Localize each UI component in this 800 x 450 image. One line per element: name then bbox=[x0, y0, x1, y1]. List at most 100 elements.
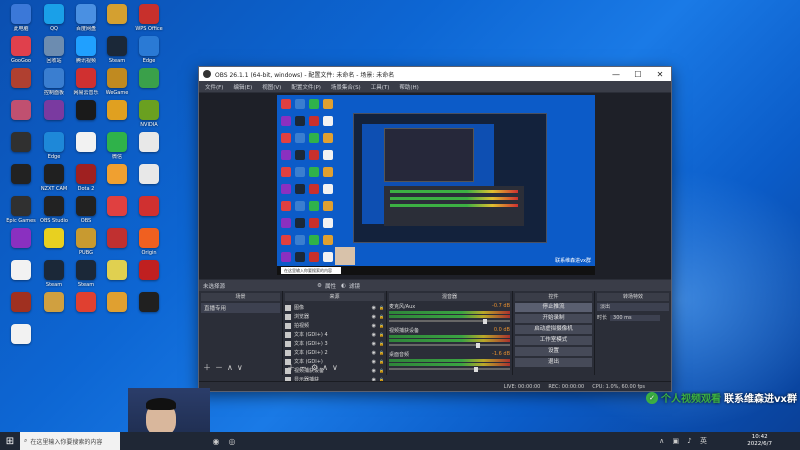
scene-controls[interactable]: ＋－∧∨ bbox=[203, 362, 247, 373]
visibility-eye-icon[interactable]: ◉ bbox=[372, 323, 376, 329]
stop-streaming-button[interactable]: 停止推流 bbox=[515, 303, 592, 312]
filters-button[interactable]: 滤镜 bbox=[349, 282, 360, 290]
obs-window[interactable]: OBS 26.1.1 (64-bit, windows) - 配置文件: 未命名… bbox=[198, 66, 672, 392]
desktop-icon[interactable] bbox=[101, 228, 133, 250]
exit-button[interactable]: 退出 bbox=[515, 358, 592, 367]
preview-canvas[interactable]: 联系维森进vx群 在这里输入你要搜索的内容 bbox=[277, 95, 595, 275]
desktop-icon[interactable] bbox=[38, 228, 70, 250]
desktop-icon[interactable]: Edge bbox=[133, 36, 165, 64]
desktop-icon[interactable]: 网易云音乐 bbox=[70, 68, 102, 96]
desktop-icon[interactable]: OBS Studio bbox=[38, 196, 70, 224]
desktop-icon[interactable] bbox=[38, 100, 70, 122]
visibility-eye-icon[interactable]: ◉ bbox=[372, 314, 376, 320]
desktop-icon[interactable] bbox=[133, 68, 165, 90]
lock-icon[interactable]: 🔒 bbox=[379, 341, 384, 346]
desktop-icon[interactable]: WPS Office bbox=[133, 4, 165, 32]
desktop-icon[interactable] bbox=[70, 292, 102, 314]
source-item[interactable]: 文本 (GDI+) 2 ◉ 🔒 bbox=[285, 348, 384, 357]
desktop-icon[interactable]: Steam bbox=[38, 260, 70, 288]
menu-scene-collection[interactable]: 场景集合(S) bbox=[331, 83, 361, 91]
desktop-icon[interactable] bbox=[5, 260, 37, 282]
desktop-icon[interactable]: NVIDIA bbox=[133, 100, 165, 128]
source-item[interactable]: 拍视频 ◉ 🔒 bbox=[285, 321, 384, 330]
lock-icon[interactable]: 🔒 bbox=[379, 323, 384, 328]
gear-icon[interactable]: ⚙ bbox=[317, 283, 322, 289]
taskbar-clock[interactable]: 10:42 2022/6/7 bbox=[747, 434, 772, 448]
source-item[interactable]: 浏览器 ◉ 🔒 bbox=[285, 312, 384, 321]
lock-icon[interactable]: 🔒 bbox=[379, 305, 384, 310]
desktop-icon[interactable] bbox=[101, 292, 133, 314]
menu-help[interactable]: 帮助(H) bbox=[399, 83, 418, 91]
desktop-icon[interactable]: Steam bbox=[70, 260, 102, 288]
desktop-icon[interactable] bbox=[101, 100, 133, 122]
menu-view[interactable]: 视图(V) bbox=[262, 83, 281, 91]
desktop-icon[interactable] bbox=[70, 100, 102, 122]
volume-slider[interactable] bbox=[389, 366, 510, 372]
preview-area[interactable]: 联系维森进vx群 在这里输入你要搜索的内容 bbox=[199, 93, 671, 279]
obs-taskbar-icon[interactable]: ◎ bbox=[224, 432, 240, 450]
desktop-icon[interactable]: PUBG bbox=[70, 228, 102, 256]
visibility-eye-icon[interactable]: ◉ bbox=[372, 350, 376, 356]
desktop-icon[interactable] bbox=[133, 132, 165, 154]
visibility-eye-icon[interactable]: ◉ bbox=[372, 332, 376, 338]
visibility-eye-icon[interactable]: ◉ bbox=[372, 305, 376, 311]
scene-item[interactable]: 直播专用 bbox=[201, 303, 280, 313]
desktop-icon[interactable]: OBS bbox=[70, 196, 102, 224]
desktop-icon[interactable]: Edge bbox=[38, 132, 70, 160]
desktop-icon[interactable]: Epic Games bbox=[5, 196, 37, 224]
desktop-icon[interactable] bbox=[133, 292, 165, 314]
desktop-icon[interactable] bbox=[5, 164, 37, 186]
desktop-icon[interactable]: Origin bbox=[133, 228, 165, 256]
volume-slider[interactable] bbox=[389, 318, 510, 324]
volume-slider-knob[interactable] bbox=[483, 318, 488, 324]
desktop-icon[interactable] bbox=[101, 260, 133, 282]
menu-file[interactable]: 文件(F) bbox=[205, 83, 223, 91]
desktop-icon[interactable]: 控制面板 bbox=[38, 68, 70, 96]
visibility-eye-icon[interactable]: ◉ bbox=[372, 341, 376, 347]
desktop-icon[interactable]: 回收站 bbox=[38, 36, 70, 64]
lock-icon[interactable]: 🔒 bbox=[379, 332, 384, 337]
system-tray-icons[interactable]: ∧ ▣ ♪ 英 bbox=[659, 436, 710, 446]
settings-button[interactable]: 设置 bbox=[515, 347, 592, 356]
desktop-icon[interactable] bbox=[5, 100, 37, 122]
visibility-eye-icon[interactable]: ◉ bbox=[372, 359, 376, 365]
lock-icon[interactable]: 🔒 bbox=[379, 359, 384, 364]
source-item[interactable]: 文本 (GDI+) 3 ◉ 🔒 bbox=[285, 339, 384, 348]
desktop-icon[interactable]: 微信 bbox=[101, 132, 133, 160]
desktop-icon[interactable]: GooGoo bbox=[5, 36, 37, 64]
desktop-icon[interactable] bbox=[38, 292, 70, 314]
desktop-icon[interactable] bbox=[5, 292, 37, 314]
desktop-icon[interactable] bbox=[5, 132, 37, 154]
lock-icon[interactable]: 🔒 bbox=[379, 314, 384, 319]
desktop-icon[interactable]: NZXT CAM bbox=[38, 164, 70, 192]
source-item[interactable]: 图像 ◉ 🔒 bbox=[285, 303, 384, 312]
windows-start-icon[interactable]: ⊞ bbox=[0, 432, 20, 450]
transition-select[interactable]: 淡出 bbox=[597, 303, 669, 311]
studio-mode-button[interactable]: 工作室模式 bbox=[515, 336, 592, 345]
desktop-icon[interactable]: 百度网盘 bbox=[70, 4, 102, 32]
volume-slider-knob[interactable] bbox=[473, 366, 478, 372]
obs-titlebar[interactable]: OBS 26.1.1 (64-bit, windows) - 配置文件: 未命名… bbox=[199, 67, 671, 81]
lock-icon[interactable]: 🔒 bbox=[379, 368, 384, 373]
source-item[interactable]: 文本 (GDI+) 4 ◉ 🔒 bbox=[285, 330, 384, 339]
visibility-eye-icon[interactable]: ◉ bbox=[372, 368, 376, 374]
properties-button[interactable]: 属性 bbox=[325, 282, 336, 290]
steam-taskbar-icon[interactable]: ◉ bbox=[208, 432, 224, 450]
lock-icon[interactable]: 🔒 bbox=[379, 350, 384, 355]
menu-edit[interactable]: 编辑(E) bbox=[233, 83, 252, 91]
desktop-icon[interactable]: WeGame bbox=[101, 68, 133, 96]
desktop-icon[interactable]: Dota 2 bbox=[70, 164, 102, 192]
source-controls[interactable]: ＋－⚙∧∨ bbox=[287, 362, 342, 373]
desktop-icon[interactable]: Steam bbox=[101, 36, 133, 64]
desktop-icon[interactable]: QQ bbox=[38, 4, 70, 32]
desktop-icon[interactable] bbox=[101, 196, 133, 218]
taskbar-search[interactable]: ⌕ 在这里输入你要搜索的内容 bbox=[20, 432, 120, 450]
start-virtual-camera-button[interactable]: 启动虚拟摄像机 bbox=[515, 325, 592, 334]
desktop-icon[interactable] bbox=[101, 164, 133, 186]
menu-profile[interactable]: 配置文件(P) bbox=[291, 83, 321, 91]
minimize-icon[interactable]: — bbox=[605, 70, 627, 79]
menu-tools[interactable]: 工具(T) bbox=[371, 83, 390, 91]
volume-slider-knob[interactable] bbox=[476, 342, 481, 348]
volume-slider[interactable] bbox=[389, 342, 510, 348]
desktop-icon[interactable]: 此电脑 bbox=[5, 4, 37, 32]
